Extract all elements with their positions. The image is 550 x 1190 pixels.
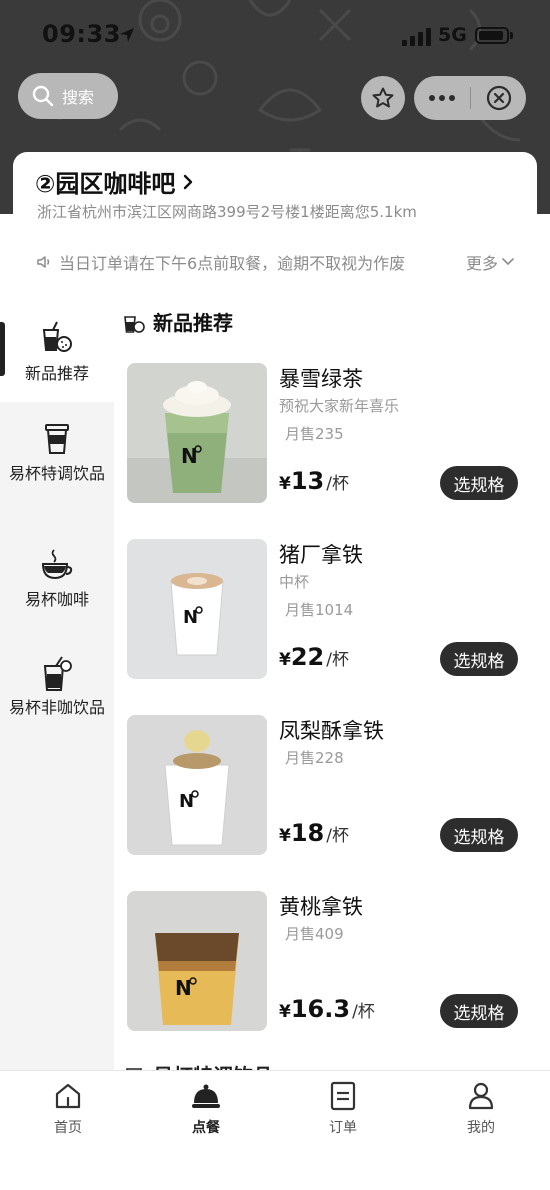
- tab-profile[interactable]: 我的: [441, 1081, 521, 1137]
- search-label: 搜索: [62, 88, 95, 107]
- store-info-card: ②园区咖啡吧 浙江省杭州市滨江区网商路399号2号楼1楼距离您5.1km 当日订…: [13, 152, 537, 286]
- product-name: 凤梨酥拿铁: [279, 719, 384, 743]
- product-price: ¥ 16.3 /杯: [279, 995, 375, 1023]
- sidebar-item-new[interactable]: 新品推荐: [0, 302, 114, 402]
- product-sales: 月售235: [285, 425, 344, 443]
- select-spec-button[interactable]: 选规格: [440, 466, 518, 500]
- product-card[interactable]: N 凤梨酥拿铁 月售228 ¥ 18 /杯 选规格: [127, 715, 527, 855]
- product-desc: 中杯: [279, 573, 310, 591]
- product-name: 暴雪绿茶: [279, 367, 363, 391]
- price-value: 16.3: [290, 995, 351, 1023]
- status-bar: 09:33 5G: [0, 0, 550, 70]
- tab-home[interactable]: 首页: [28, 1081, 108, 1137]
- order-list-icon: [330, 1081, 356, 1111]
- product-sales: 月售409: [285, 925, 344, 943]
- status-time: 09:33: [42, 20, 121, 48]
- chevron-down-icon: [502, 258, 514, 266]
- tab-label: 首页: [54, 1120, 82, 1136]
- price-unit: /杯: [352, 1002, 375, 1022]
- star-icon: [372, 87, 394, 108]
- store-name-row[interactable]: ②园区咖啡吧: [35, 164, 195, 199]
- dot-icon: [439, 95, 445, 101]
- category-sidebar: 新品推荐 易杯特调饮品 易杯咖啡 易杯非咖饮品: [0, 302, 114, 1070]
- product-price: ¥ 13 /杯: [279, 467, 349, 495]
- location-arrow-icon: [120, 28, 134, 42]
- price-value: 18: [290, 819, 325, 847]
- sidebar-item-coffee[interactable]: 易杯咖啡: [0, 548, 114, 611]
- price-unit: /杯: [326, 650, 349, 670]
- select-spec-button[interactable]: 选规格: [440, 994, 518, 1028]
- tab-label: 我的: [467, 1120, 495, 1136]
- product-sales: 月售228: [285, 749, 344, 767]
- price-value: 13: [290, 467, 325, 495]
- sidebar-item-special[interactable]: 易杯特调饮品: [0, 422, 114, 485]
- notice-text: 当日订单请在下午6点前取餐，逾期不取视为作废: [59, 254, 406, 273]
- tab-label: 点餐: [192, 1120, 220, 1136]
- product-name: 猪厂拿铁: [279, 543, 363, 567]
- product-sales: 月售1014: [285, 601, 354, 619]
- search-button[interactable]: 搜索: [18, 73, 118, 119]
- active-indicator: [0, 322, 5, 376]
- profile-icon: [468, 1082, 494, 1110]
- battery-tip: [510, 32, 513, 39]
- svg-text:N: N: [175, 976, 192, 1000]
- currency-symbol: ¥: [279, 826, 291, 846]
- price-unit: /杯: [326, 474, 349, 494]
- favorite-button[interactable]: [361, 76, 405, 120]
- sidebar-item-label: 易杯特调饮品: [8, 464, 105, 483]
- search-icon: [32, 85, 54, 107]
- cloche-icon: [192, 1084, 220, 1108]
- product-price: ¥ 22 /杯: [279, 643, 349, 671]
- close-circle-icon: [486, 85, 511, 111]
- chevron-right-icon: [184, 174, 193, 189]
- currency-symbol: ¥: [279, 474, 291, 494]
- select-spec-button[interactable]: 选规格: [440, 818, 518, 852]
- sidebar-item-label: 易杯咖啡: [24, 590, 89, 609]
- store-name: ②园区咖啡吧: [35, 170, 176, 198]
- sidebar-item-non-coffee[interactable]: 易杯非咖饮品: [0, 656, 114, 719]
- select-spec-button[interactable]: 选规格: [440, 642, 518, 676]
- new-drinks-icon: [42, 321, 72, 352]
- product-desc: 预祝大家新年喜乐: [279, 397, 400, 415]
- tab-order-food[interactable]: 点餐: [166, 1081, 246, 1137]
- tab-label: 订单: [329, 1120, 357, 1136]
- bottom-tab-bar: 首页 点餐 订单 我的: [0, 1070, 550, 1190]
- section-title: 新品推荐: [153, 311, 233, 335]
- battery-icon: [475, 27, 509, 44]
- new-drinks-icon: [124, 315, 145, 333]
- mini-program-capsule: [414, 76, 526, 120]
- product-card[interactable]: N 暴雪绿茶 预祝大家新年喜乐 月售235 ¥ 13 /杯 选规格: [127, 363, 527, 503]
- cup-icon: [45, 424, 69, 454]
- close-button[interactable]: [471, 76, 526, 120]
- sidebar-item-label: 易杯非咖饮品: [8, 698, 105, 717]
- product-image: N: [127, 363, 267, 503]
- network-label: 5G: [438, 24, 467, 46]
- more-options-button[interactable]: [414, 76, 470, 120]
- dot-icon: [429, 95, 435, 101]
- product-image: N: [127, 891, 267, 1031]
- price-value: 22: [290, 643, 325, 671]
- product-card[interactable]: N 猪厂拿铁 中杯 月售1014 ¥ 22 /杯 选规格: [127, 539, 527, 679]
- product-image: N: [127, 539, 267, 679]
- price-unit: /杯: [326, 826, 349, 846]
- coffee-cup-icon: [41, 549, 73, 580]
- home-icon: [55, 1083, 81, 1109]
- notice-row: 当日订单请在下午6点前取餐，逾期不取视为作废 更多: [35, 250, 515, 274]
- product-image: N: [127, 715, 267, 855]
- product-card[interactable]: N 黄桃拿铁 月售409 ¥ 16.3 /杯 选规格: [127, 891, 527, 1031]
- product-name: 黄桃拿铁: [279, 895, 363, 919]
- tab-orders[interactable]: 订单: [303, 1081, 383, 1137]
- store-address: 浙江省杭州市滨江区网商路399号2号楼1楼距离您5.1km: [37, 203, 417, 221]
- more-link[interactable]: 更多: [466, 250, 515, 274]
- juice-icon: [43, 656, 72, 691]
- speaker-icon: [37, 256, 50, 268]
- more-label: 更多: [465, 254, 498, 273]
- dot-icon: [449, 95, 455, 101]
- product-price: ¥ 18 /杯: [279, 819, 349, 847]
- section-header: 新品推荐: [123, 307, 233, 336]
- currency-symbol: ¥: [279, 1002, 291, 1022]
- signal-icon: [402, 28, 431, 46]
- currency-symbol: ¥: [279, 650, 291, 670]
- sidebar-item-label: 新品推荐: [24, 364, 89, 383]
